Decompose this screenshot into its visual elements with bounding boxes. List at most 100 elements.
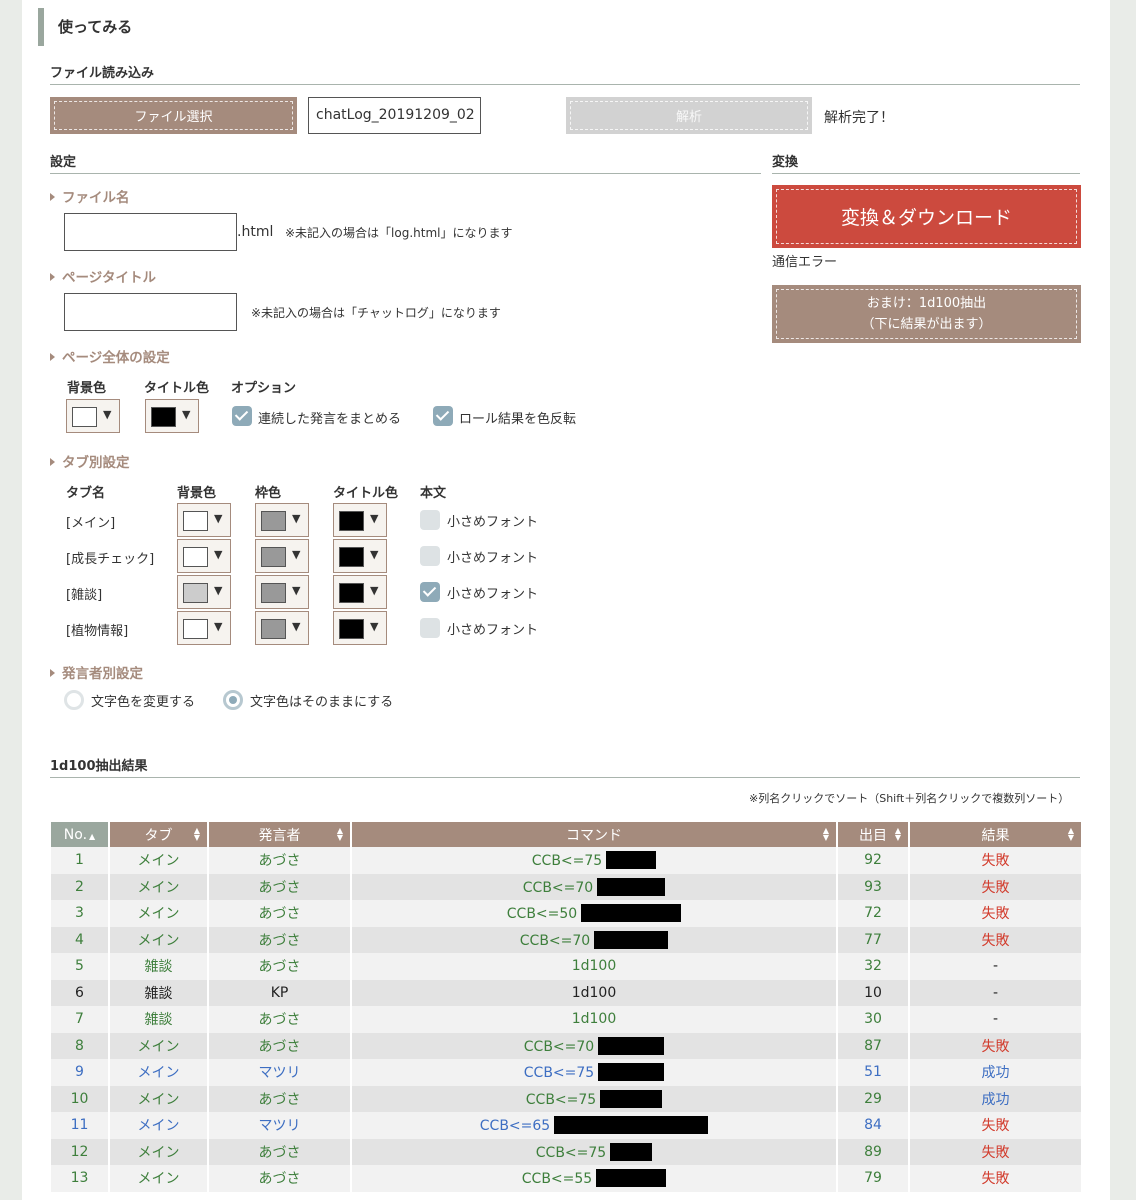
small-font-checkbox[interactable] (420, 546, 440, 566)
dropdown-arrow-icon: ▼ (214, 548, 223, 561)
page-title-color-picker[interactable]: ▼ (145, 399, 199, 433)
tab-title-color-picker[interactable]: ▼ (333, 503, 387, 537)
file-name-display[interactable]: chatLog_20191209_02 (308, 97, 481, 134)
cell-no-text: 9 (75, 1064, 84, 1081)
cell-speaker: あづさ (208, 1138, 352, 1165)
column-header-tab[interactable]: タブ ▲ ▼ (109, 822, 209, 847)
column-header-command[interactable]: コマンド ▲ ▼ (351, 822, 838, 847)
cell-speaker: あづさ (208, 1165, 352, 1192)
cell-no-text: 8 (75, 1037, 84, 1054)
cell-result: - (909, 979, 1081, 1006)
cell-speaker: あづさ (208, 1085, 352, 1112)
tab-bg-color-picker[interactable]: ▼ (177, 539, 231, 573)
redaction-bar (610, 1142, 653, 1161)
cell-roll: 77 (837, 926, 910, 953)
cell-speaker-text: あづさ (258, 1144, 301, 1161)
page-all-label: ページ全体の設定 (50, 346, 170, 366)
cell-command-text: CCB<=75 (525, 1091, 597, 1108)
cell-tab-text: メイン (137, 1171, 180, 1188)
cell-result: 失敗 (909, 1165, 1081, 1192)
column-header-result[interactable]: 結果 ▲ ▼ (909, 822, 1081, 847)
dropdown-arrow-icon: ▼ (214, 584, 223, 597)
cell-result: 失敗 (909, 873, 1081, 900)
cell-roll-text: 77 (864, 931, 882, 948)
redaction-bar (597, 877, 666, 896)
redaction-bar (594, 930, 669, 949)
extract-1d100-button[interactable]: おまけ：1d100抽出 （下に結果が出ます） (772, 285, 1081, 343)
cell-no: 8 (51, 1032, 110, 1059)
page-heading: 使ってみる (38, 8, 132, 46)
page-title-note: ※未記入の場合は「チャットログ」になります (251, 306, 501, 320)
speaker-settings-label: 発言者別設定 (50, 662, 143, 682)
small-font-label: 小さめフォント (447, 587, 539, 602)
cell-command: CCB<=75 (351, 847, 838, 874)
cell-speaker-text: あづさ (258, 1038, 301, 1055)
cell-tab: メイン (109, 1112, 209, 1139)
cell-no: 9 (51, 1059, 110, 1086)
cell-tab-text: 雑談 (144, 1012, 173, 1029)
column-header-no[interactable]: No. ▲ (51, 822, 110, 847)
dropdown-arrow-icon: ▼ (103, 408, 112, 421)
filename-input[interactable] (64, 213, 237, 251)
sort-icon: ▲ ▼ (822, 826, 829, 842)
cell-roll-text: 29 (864, 1090, 882, 1107)
tab-bg-color-picker[interactable]: ▼ (177, 575, 231, 609)
tab-border-color-picker[interactable]: ▼ (255, 539, 309, 573)
tab-border-color-picker[interactable]: ▼ (255, 503, 309, 537)
filename-note: ※未記入の場合は「log.html」になります (285, 226, 513, 240)
page-bg-color-picker[interactable]: ▼ (66, 399, 120, 433)
cell-tab-text: メイン (137, 853, 180, 870)
page-title-input[interactable] (64, 293, 237, 331)
merge-consecutive-label: 連続した発言をまとめる (258, 412, 402, 427)
tab-bg-color-picker[interactable]: ▼ (177, 503, 231, 537)
cell-command: CCB<=70 (351, 1032, 838, 1059)
tab-name-header: タブ名 (66, 486, 106, 501)
cell-result-text: - (992, 958, 999, 975)
sort-note: ※列名クリックでソート（Shift＋列名クリックで複数列ソート） (749, 792, 1070, 805)
analyze-button[interactable]: 解析 (566, 97, 812, 134)
options-label: オプション (231, 381, 297, 396)
invert-roll-checkbox[interactable] (433, 406, 453, 426)
tab-border-color-picker[interactable]: ▼ (255, 575, 309, 609)
file-select-button[interactable]: ファイル選択 (50, 97, 297, 134)
small-font-checkbox[interactable] (420, 582, 440, 602)
merge-consecutive-checkbox[interactable] (232, 406, 252, 426)
dropdown-arrow-icon: ▼ (370, 620, 379, 633)
cell-result-text: - (992, 984, 999, 1001)
title-color-label: タイトル色 (144, 381, 210, 396)
dropdown-arrow-icon: ▼ (292, 548, 301, 561)
cell-speaker-text: あづさ (258, 906, 301, 923)
column-header-speaker[interactable]: 発言者 ▲ ▼ (208, 822, 352, 847)
cell-no: 13 (51, 1165, 110, 1192)
invert-roll-label: ロール結果を色反転 (459, 412, 577, 427)
cell-result: 失敗 (909, 900, 1081, 927)
cell-tab-text: メイン (137, 1091, 180, 1108)
cell-command: CCB<=50 (351, 900, 838, 927)
cell-speaker-text: あづさ (258, 879, 301, 896)
change-color-radio[interactable] (64, 690, 84, 710)
cell-roll-text: 32 (864, 958, 882, 975)
cell-tab: メイン (109, 1138, 209, 1165)
table-row: 8 メイン あづさ CCB<=70 87 失敗 (51, 1032, 1081, 1059)
tab-title-color-picker[interactable]: ▼ (333, 539, 387, 573)
tab-bg-color-picker[interactable]: ▼ (177, 611, 231, 645)
cell-roll-text: 84 (864, 1117, 882, 1134)
color-swatch (72, 407, 97, 427)
redaction-bar (598, 1063, 665, 1082)
cell-tab-text: メイン (137, 1144, 180, 1161)
color-swatch (339, 547, 364, 567)
color-swatch (339, 583, 364, 603)
keep-color-radio[interactable] (223, 690, 243, 710)
tab-body-header: 本文 (420, 486, 447, 501)
convert-download-button[interactable]: 変換＆ダウンロード (772, 185, 1081, 248)
tab-title-color-picker[interactable]: ▼ (333, 611, 387, 645)
redaction-bar (581, 904, 682, 923)
tab-title-color-picker[interactable]: ▼ (333, 575, 387, 609)
tab-border-color-picker[interactable]: ▼ (255, 611, 309, 645)
small-font-checkbox[interactable] (420, 510, 440, 530)
cell-speaker: あづさ (208, 953, 352, 980)
cell-no: 7 (51, 1006, 110, 1033)
cell-result: 失敗 (909, 847, 1081, 874)
small-font-checkbox[interactable] (420, 618, 440, 638)
column-header-roll[interactable]: 出目 ▲ ▼ (837, 822, 910, 847)
